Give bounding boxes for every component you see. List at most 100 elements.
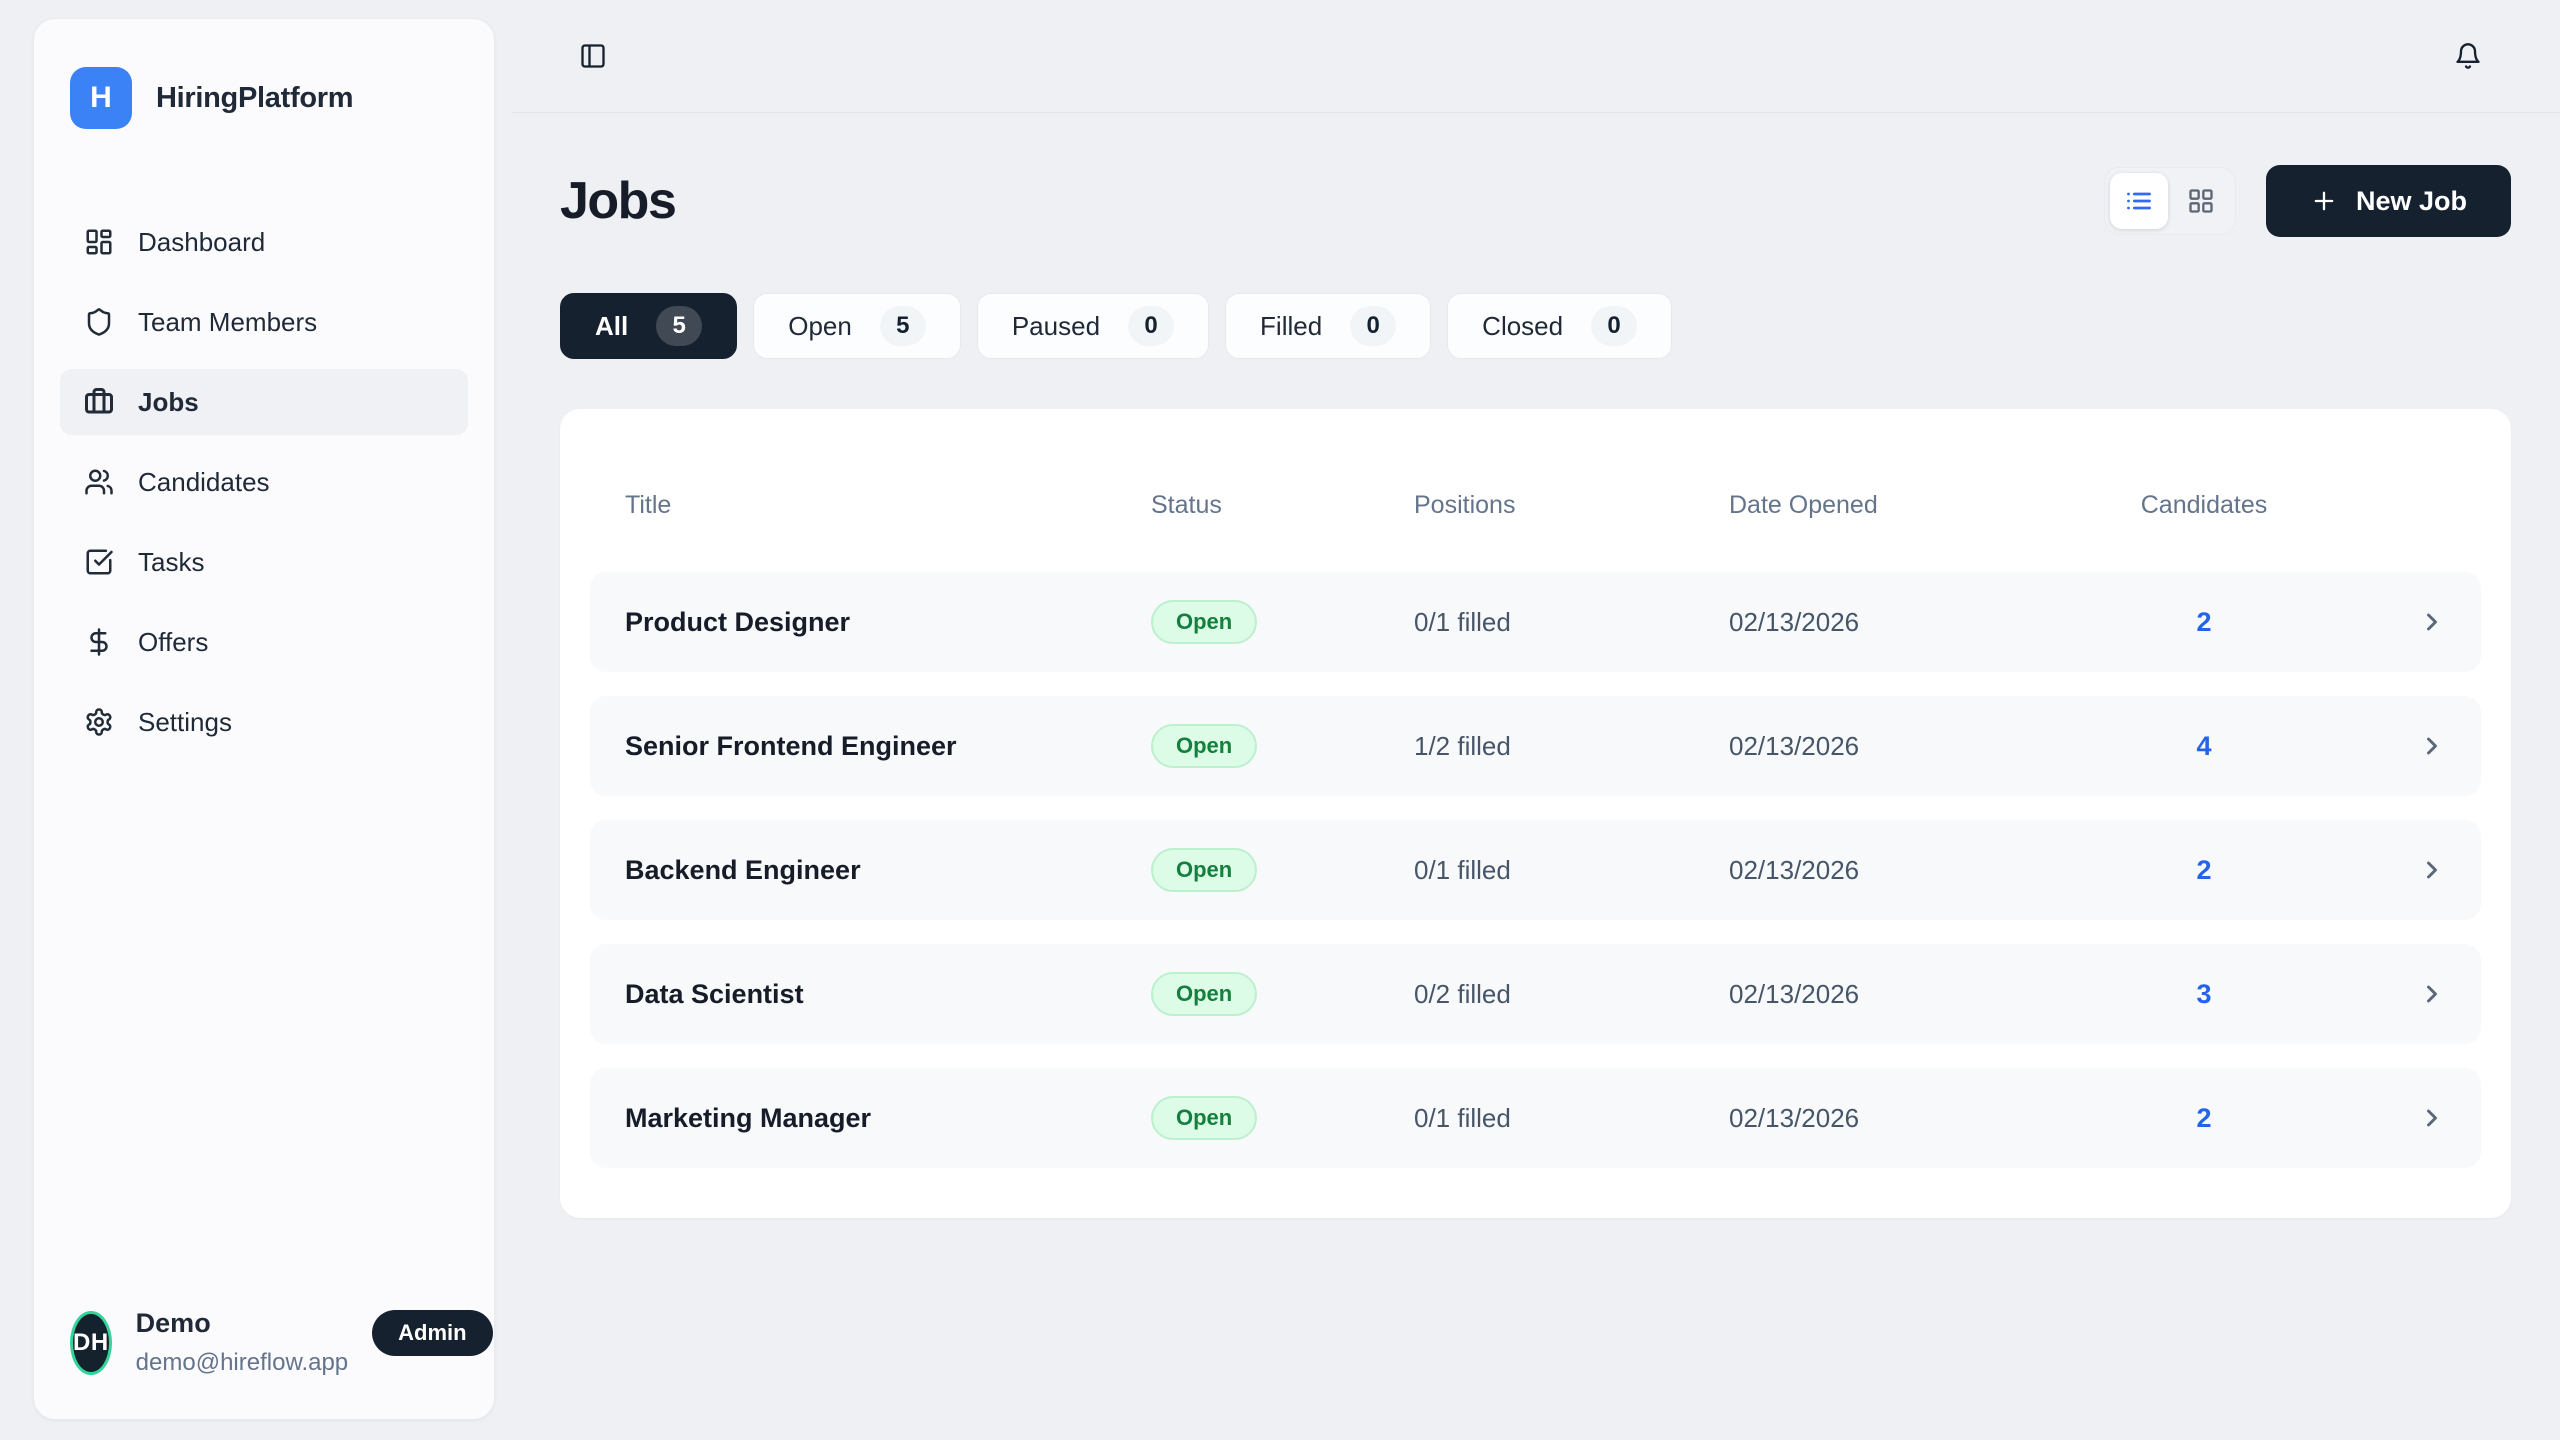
sidebar-item-team-members[interactable]: Team Members <box>60 289 468 355</box>
page-title: Jobs <box>560 171 675 231</box>
brand-logo: H <box>70 67 132 129</box>
column-header-positions: Positions <box>1414 491 1729 520</box>
chevron-right-icon[interactable] <box>2280 732 2446 760</box>
new-job-label: New Job <box>2356 186 2467 217</box>
date-opened-cell: 02/13/2026 <box>1729 731 2128 762</box>
sidebar-item-dashboard[interactable]: Dashboard <box>60 209 468 275</box>
filter-tab-closed[interactable]: Closed 0 <box>1447 293 1672 359</box>
header-actions: New Job <box>2104 165 2511 237</box>
filter-count-badge: 5 <box>880 306 926 346</box>
chevron-right-icon[interactable] <box>2280 980 2446 1008</box>
sidebar-item-settings[interactable]: Settings <box>60 689 468 755</box>
user-profile[interactable]: DH Demo demo@hireflow.app Admin <box>70 1308 458 1377</box>
candidates-count[interactable]: 2 <box>2128 855 2280 886</box>
filter-tab-paused[interactable]: Paused 0 <box>977 293 1209 359</box>
chevron-right-icon[interactable] <box>2280 1104 2446 1132</box>
sidebar-toggle-button[interactable] <box>573 36 613 76</box>
filter-count-badge: 5 <box>656 306 702 346</box>
filter-label: Paused <box>1012 311 1100 342</box>
topbar <box>511 0 2560 113</box>
brand-logo-letter: H <box>90 81 112 115</box>
chevron-right-icon[interactable] <box>2280 856 2446 884</box>
panel-left-icon <box>579 42 607 70</box>
filter-tab-open[interactable]: Open 5 <box>753 293 961 359</box>
job-title: Backend Engineer <box>625 855 1151 886</box>
filter-tabs: All 5 Open 5 Paused 0 Filled 0 Closed 0 <box>560 293 2511 359</box>
job-title: Product Designer <box>625 607 1151 638</box>
status-badge: Open <box>1151 724 1257 768</box>
shield-icon <box>84 307 114 337</box>
status-badge: Open <box>1151 1096 1257 1140</box>
table-row[interactable]: Product Designer Open 0/1 filled 02/13/2… <box>590 572 2481 672</box>
chevron-right-icon[interactable] <box>2280 608 2446 636</box>
filter-count-badge: 0 <box>1128 306 1174 346</box>
positions-cell: 0/2 filled <box>1414 979 1729 1010</box>
sidebar: H HiringPlatform Dashboard Team Members … <box>33 18 495 1420</box>
candidates-count[interactable]: 3 <box>2128 979 2280 1010</box>
main-area: Jobs <box>511 0 2560 1440</box>
candidates-count[interactable]: 4 <box>2128 731 2280 762</box>
notifications-button[interactable] <box>2448 36 2488 76</box>
sidebar-item-tasks[interactable]: Tasks <box>60 529 468 595</box>
list-view-button[interactable] <box>2110 173 2168 229</box>
column-header-title: Title <box>625 491 1151 520</box>
sidebar-item-offers[interactable]: Offers <box>60 609 468 675</box>
positions-cell: 0/1 filled <box>1414 607 1729 638</box>
view-toggle <box>2104 167 2236 235</box>
dashboard-icon <box>84 227 114 257</box>
bell-icon <box>2454 42 2482 70</box>
content: Jobs <box>511 165 2560 1218</box>
avatar: DH <box>70 1311 112 1375</box>
user-name: Demo <box>136 1308 348 1339</box>
date-opened-cell: 02/13/2026 <box>1729 1103 2128 1134</box>
filter-label: All <box>595 311 628 342</box>
sidebar-item-label: Offers <box>138 627 208 658</box>
table-row[interactable]: Senior Frontend Engineer Open 1/2 filled… <box>590 696 2481 796</box>
filter-count-badge: 0 <box>1591 306 1637 346</box>
sidebar-nav: Dashboard Team Members Jobs Candidates T… <box>34 209 494 755</box>
filter-tab-filled[interactable]: Filled 0 <box>1225 293 1431 359</box>
brand: H HiringPlatform <box>34 19 494 129</box>
column-header-date-opened: Date Opened <box>1729 491 2128 520</box>
status-badge: Open <box>1151 848 1257 892</box>
users-icon <box>84 467 114 497</box>
grid-view-icon <box>2187 187 2215 215</box>
candidates-count[interactable]: 2 <box>2128 1103 2280 1134</box>
sidebar-item-label: Jobs <box>138 387 199 418</box>
plus-icon <box>2310 187 2338 215</box>
dollar-icon <box>84 627 114 657</box>
filter-label: Closed <box>1482 311 1563 342</box>
table-row[interactable]: Marketing Manager Open 0/1 filled 02/13/… <box>590 1068 2481 1168</box>
table-row[interactable]: Backend Engineer Open 0/1 filled 02/13/2… <box>590 820 2481 920</box>
date-opened-cell: 02/13/2026 <box>1729 979 2128 1010</box>
positions-cell: 0/1 filled <box>1414 1103 1729 1134</box>
job-title: Data Scientist <box>625 979 1151 1010</box>
positions-cell: 1/2 filled <box>1414 731 1729 762</box>
table-row[interactable]: Data Scientist Open 0/2 filled 02/13/202… <box>590 944 2481 1044</box>
sidebar-item-candidates[interactable]: Candidates <box>60 449 468 515</box>
column-header-candidates: Candidates <box>2128 491 2280 520</box>
date-opened-cell: 02/13/2026 <box>1729 607 2128 638</box>
briefcase-icon <box>84 387 114 417</box>
date-opened-cell: 02/13/2026 <box>1729 855 2128 886</box>
filter-count-badge: 0 <box>1350 306 1396 346</box>
gear-icon <box>84 707 114 737</box>
positions-cell: 0/1 filled <box>1414 855 1729 886</box>
table-header: Title Status Positions Date Opened Candi… <box>590 439 2481 572</box>
jobs-table-card: Title Status Positions Date Opened Candi… <box>560 409 2511 1218</box>
job-title: Senior Frontend Engineer <box>625 731 1151 762</box>
new-job-button[interactable]: New Job <box>2266 165 2511 237</box>
candidates-count[interactable]: 2 <box>2128 607 2280 638</box>
sidebar-item-label: Tasks <box>138 547 204 578</box>
user-email: demo@hireflow.app <box>136 1349 348 1377</box>
filter-label: Open <box>788 311 852 342</box>
filter-tab-all[interactable]: All 5 <box>560 293 737 359</box>
status-badge: Open <box>1151 972 1257 1016</box>
sidebar-item-jobs[interactable]: Jobs <box>60 369 468 435</box>
grid-view-button[interactable] <box>2172 173 2230 229</box>
column-header-status: Status <box>1151 491 1414 520</box>
avatar-initials: DH <box>73 1329 109 1357</box>
sidebar-item-label: Candidates <box>138 467 270 498</box>
task-check-icon <box>84 547 114 577</box>
status-badge: Open <box>1151 600 1257 644</box>
